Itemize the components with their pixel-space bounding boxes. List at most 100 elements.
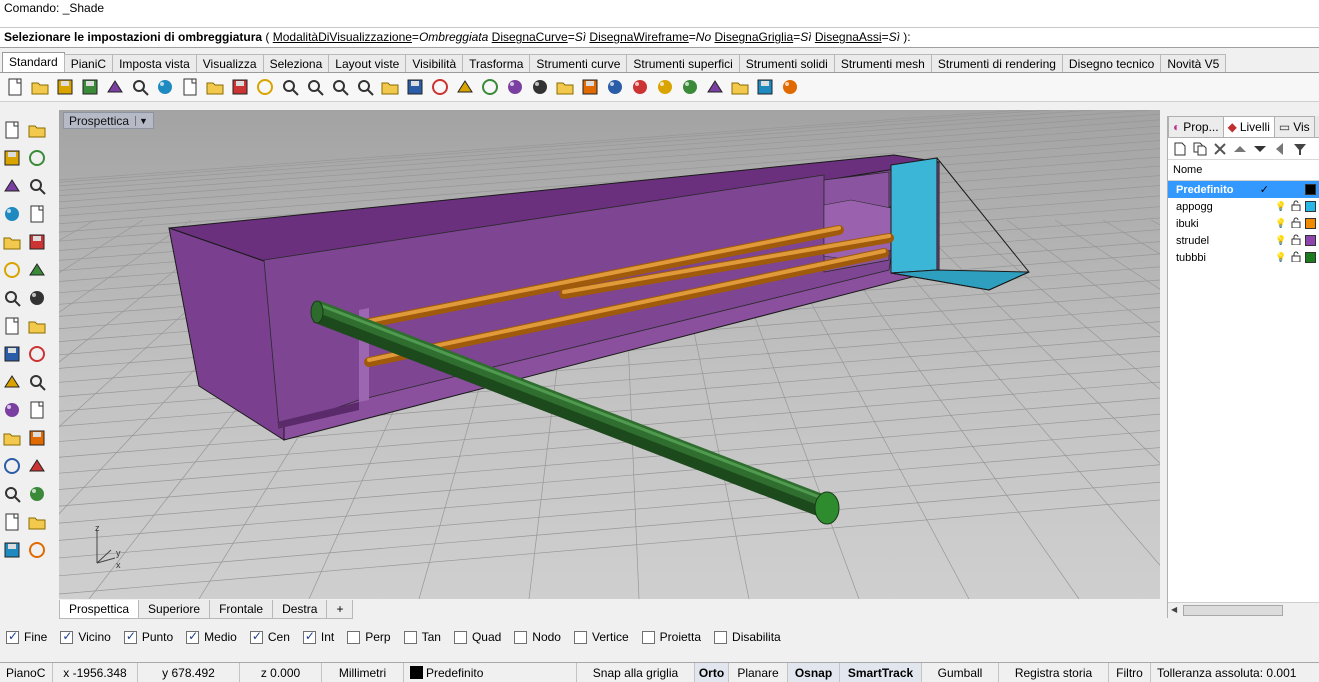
layer-row[interactable]: ibuki 💡 [1168,215,1319,232]
open-icon[interactable] [28,76,51,99]
osnap-9[interactable]: Nodo [514,630,561,644]
analyze-icon[interactable] [0,538,24,562]
cube-icon[interactable] [0,482,24,506]
status-gumball[interactable]: Gumball [922,662,999,682]
zoom-extents-icon[interactable] [328,76,351,99]
status-history[interactable]: Registra storia [999,662,1109,682]
layer-color-swatch[interactable] [1305,252,1316,263]
shaded-sphere-icon[interactable] [653,76,676,99]
pan-icon[interactable] [228,76,251,99]
command-option-0[interactable]: ModalitàDiVisualizzazione=Ombreggiata [273,30,489,44]
layout-icon[interactable] [25,482,49,506]
osnap-checkbox[interactable] [249,629,263,644]
layer-row[interactable]: tubbbi 💡 [1168,249,1319,266]
toolbar-tab-1[interactable]: PianiC [63,54,114,72]
viewport-tab-0[interactable]: Prospettica [59,600,140,619]
viewport-tab-2[interactable]: Frontale [209,600,274,619]
cylinder-icon[interactable] [0,314,24,338]
toolbar-tab-12[interactable]: Strumenti di rendering [930,54,1063,72]
layer-color-swatch[interactable] [1305,235,1316,246]
unlock-icon[interactable] [1291,200,1301,214]
import-icon[interactable] [103,76,126,99]
scroll-left-icon[interactable]: ◀ [1171,605,1177,614]
extrude-icon[interactable] [25,258,49,282]
osnap-0[interactable]: Fine [6,629,47,644]
layer-color-swatch[interactable] [1305,201,1316,212]
viewport-title[interactable]: Prospettica ▼ [63,112,154,129]
arc-icon[interactable] [25,174,49,198]
layer-color-swatch[interactable] [1305,184,1316,195]
panel-tab-2[interactable]: ▭ Vis [1273,116,1315,137]
command-option-2[interactable]: DisegnaWireframe=No [589,30,711,44]
status-snap-grid[interactable]: Snap alla griglia [577,662,695,682]
boolean-icon[interactable] [0,370,24,394]
layer-row[interactable]: Predefinito ✓ [1168,181,1319,198]
point-icon[interactable] [25,118,49,142]
cut-icon[interactable] [128,76,151,99]
move-down-icon[interactable] [1252,141,1268,157]
osnap-checkbox[interactable] [403,630,417,644]
osnap-6[interactable]: Perp [347,630,391,644]
zoom-icon[interactable] [278,76,301,99]
scroll-thumb[interactable] [1183,605,1283,616]
grid-icon[interactable] [753,76,776,99]
join-icon[interactable] [0,398,24,422]
rectangle-icon[interactable] [0,202,24,226]
array-icon[interactable] [25,342,49,366]
circle-icon[interactable] [0,174,24,198]
gear-icon[interactable] [728,76,751,99]
new-icon[interactable] [3,76,26,99]
zoom-window-icon[interactable] [303,76,326,99]
osnap-checkbox[interactable] [60,629,74,644]
viewport-tab-1[interactable]: Superiore [138,600,211,619]
status-filter[interactable]: Filtro [1109,662,1151,682]
toolbar-tab-6[interactable]: Visibilità [405,54,464,72]
toolbar-tab-10[interactable]: Strumenti solidi [738,54,835,72]
status-osnap[interactable]: Osnap [788,662,840,682]
four-viewports-icon[interactable] [403,76,426,99]
osnap-checkbox[interactable] [302,629,316,644]
undo-icon[interactable] [203,76,226,99]
points-grid-icon[interactable] [0,510,24,534]
command-prompt[interactable]: Selezionare le impostazioni di ombreggia… [0,28,1319,48]
dimension-icon[interactable] [0,426,24,450]
block-icon[interactable] [0,454,24,478]
polyline-icon[interactable] [0,146,24,170]
layer-color-swatch[interactable] [1305,218,1316,229]
sphere-icon[interactable] [628,76,651,99]
panel-scrollbar[interactable]: ◀ [1168,602,1319,618]
rotate-view-icon[interactable] [378,76,401,99]
osnap-checkbox[interactable] [641,630,655,644]
toolbar-tab-14[interactable]: Novità V5 [1160,54,1227,72]
visibility-bulb-icon[interactable]: 💡 [1275,201,1286,212]
paste-icon[interactable] [178,76,201,99]
osnap-checkbox[interactable] [123,629,137,644]
toolbar-tab-11[interactable]: Strumenti mesh [833,54,932,72]
osnap-1[interactable]: Vicino [60,629,111,644]
osnap-checkbox[interactable] [514,630,528,644]
layer-row[interactable]: strudel 💡 [1168,232,1319,249]
new-sublayer-icon[interactable] [1192,141,1208,157]
snap-icon[interactable] [503,76,526,99]
osnap-2[interactable]: Punto [123,629,173,644]
curve-icon[interactable] [25,146,49,170]
osnap-5[interactable]: Int [302,629,334,644]
delete-layer-icon[interactable] [1212,141,1228,157]
perspective-viewport[interactable]: Prospettica ▼ z y x [59,110,1160,599]
move-view-icon[interactable] [253,76,276,99]
box-icon[interactable] [0,286,24,310]
group-icon[interactable] [25,454,49,478]
ellipse-icon[interactable] [0,230,24,254]
explode-icon[interactable] [25,398,49,422]
color-wheel-icon[interactable] [603,76,626,99]
layer-icon[interactable] [578,76,601,99]
unlock-icon[interactable] [1291,234,1301,248]
panel-tab-0[interactable]: ◐ Prop... [1168,116,1224,137]
osnap-8[interactable]: Quad [453,630,501,644]
mesh-icon[interactable] [25,314,49,338]
move-parent-icon[interactable] [1272,141,1288,157]
status-smarttrack[interactable]: SmartTrack [840,662,922,682]
toolbar-tab-0[interactable]: Standard [2,52,65,72]
osnap-4[interactable]: Cen [249,629,290,644]
osnap-checkbox[interactable] [714,630,728,644]
